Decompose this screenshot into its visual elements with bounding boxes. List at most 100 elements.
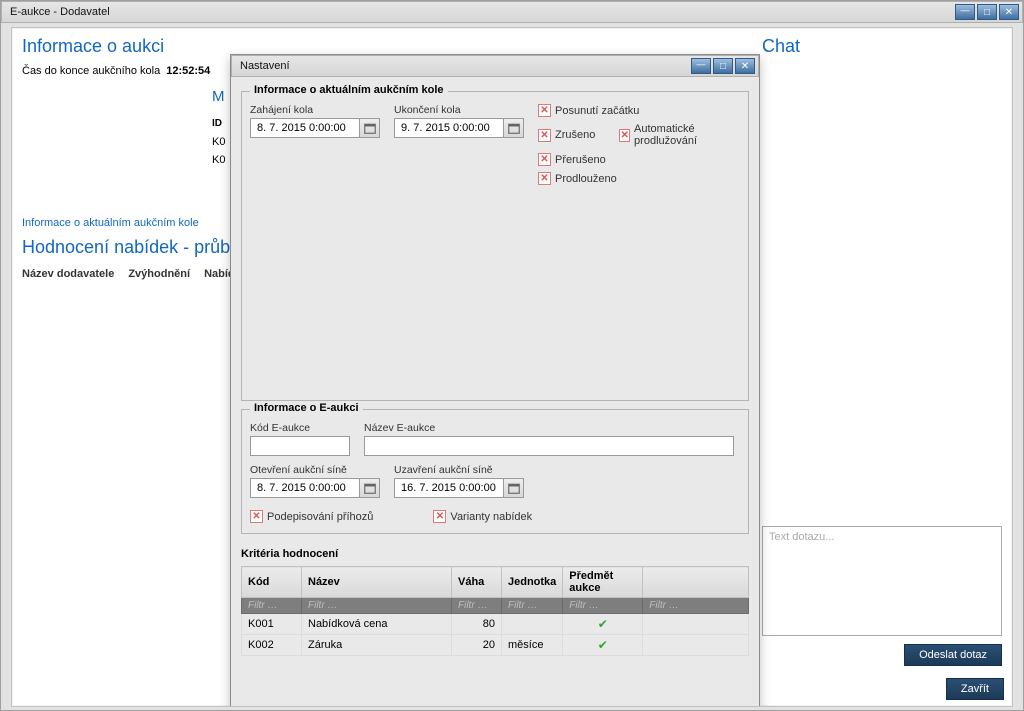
code-label: Kód E-aukce xyxy=(250,422,350,434)
cell-weight: 20 xyxy=(452,635,502,656)
code-input[interactable] xyxy=(250,436,350,456)
flag-extended: ✕ Prodlouženo xyxy=(538,172,734,185)
group-round-info: Informace o aktuálním aukčním kole Zaháj… xyxy=(241,91,749,401)
maximize-icon[interactable] xyxy=(977,4,997,20)
dialog-title: Nastavení xyxy=(240,60,290,72)
col-last[interactable] xyxy=(643,567,749,598)
col-weight[interactable]: Váha xyxy=(452,567,502,598)
countdown-label: Čas do konce aukčního kola xyxy=(22,65,160,77)
minimize-icon[interactable] xyxy=(955,4,975,20)
end-label: Ukončení kola xyxy=(394,104,524,116)
main-titlebar: E-aukce - Dodavatel xyxy=(1,1,1023,23)
end-input[interactable] xyxy=(394,118,524,138)
col-name[interactable]: Název xyxy=(302,567,452,598)
start-input[interactable] xyxy=(250,118,380,138)
name-input[interactable] xyxy=(364,436,734,456)
close-input-text[interactable] xyxy=(395,482,503,494)
close-input[interactable] xyxy=(394,478,524,498)
criteria-title: Kritéria hodnocení xyxy=(241,548,749,560)
dialog-close-icon[interactable] xyxy=(735,58,755,74)
eval-col-bonus: Zvýhodnění xyxy=(128,268,190,280)
main-body: Informace o aukci Čas do konce aukčního … xyxy=(11,27,1013,707)
chat-title: Chat xyxy=(762,36,1002,57)
cell-name: Nabídková cena xyxy=(302,614,452,635)
cell-code: K002 xyxy=(242,635,302,656)
table-row[interactable]: K001 Nabídková cena 80 ✔ xyxy=(242,614,749,635)
filter-cell[interactable]: Filtr … xyxy=(643,598,749,614)
table-row[interactable]: K002 Záruka 20 měsíce ✔ xyxy=(242,635,749,656)
table-filter-row[interactable]: Filtr … Filtr … Filtr … Filtr … Filtr … … xyxy=(242,598,749,614)
open-label: Otevření aukční síně xyxy=(250,464,380,476)
flag-shift: ✕ Posunutí začátku xyxy=(538,104,734,117)
x-icon: ✕ xyxy=(538,172,551,185)
check-icon: ✔ xyxy=(563,614,643,635)
criteria-table: Kód Název Váha Jednotka Předmět aukce Fi… xyxy=(241,566,749,656)
dialog-minimize-icon[interactable] xyxy=(691,58,711,74)
filter-cell[interactable]: Filtr … xyxy=(452,598,502,614)
cell-empty xyxy=(643,635,749,656)
x-icon: ✕ xyxy=(538,153,551,166)
end-input-text[interactable] xyxy=(395,122,503,134)
flag-autoext: ✕ Automatické prodlužování xyxy=(619,123,734,147)
group-auction-legend: Informace o E-aukci xyxy=(250,402,363,414)
cell-unit: měsíce xyxy=(502,635,563,656)
flag-sign-label: Podepisování příhozů xyxy=(267,511,373,523)
filter-cell[interactable]: Filtr … xyxy=(502,598,563,614)
start-label: Zahájení kola xyxy=(250,104,380,116)
calendar-icon[interactable] xyxy=(359,119,379,137)
calendar-icon[interactable] xyxy=(503,479,523,497)
countdown-value: 12:52:54 xyxy=(166,65,210,77)
col-unit[interactable]: Jednotka xyxy=(502,567,563,598)
close-label: Uzavření aukční síně xyxy=(394,464,524,476)
cell-weight: 80 xyxy=(452,614,502,635)
cell-unit xyxy=(502,614,563,635)
flag-sign: ✕Podepisování příhozů xyxy=(250,510,373,523)
partial-m-label: M xyxy=(212,88,232,105)
filter-cell[interactable]: Filtr … xyxy=(563,598,643,614)
flag-interrupted: ✕ Přerušeno xyxy=(538,153,734,166)
col-subject[interactable]: Předmět aukce xyxy=(563,567,643,598)
flag-extended-label: Prodlouženo xyxy=(555,173,617,185)
flag-autoext-label: Automatické prodlužování xyxy=(634,123,734,147)
partial-id-label: ID xyxy=(212,118,232,129)
open-input[interactable] xyxy=(250,478,380,498)
eval-col-supplier: Název dodavatele xyxy=(22,268,114,280)
flag-cancelled-label: Zrušeno xyxy=(555,129,595,141)
start-input-text[interactable] xyxy=(251,122,359,134)
flag-interrupted-label: Přerušeno xyxy=(555,154,606,166)
x-icon: ✕ xyxy=(619,129,630,142)
name-label: Název E-aukce xyxy=(364,422,740,434)
flag-shift-label: Posunutí začátku xyxy=(555,105,639,117)
dialog-maximize-icon[interactable] xyxy=(713,58,733,74)
dialog-body: Informace o aktuálním aukčním kole Zaháj… xyxy=(231,77,759,707)
col-code[interactable]: Kód xyxy=(242,567,302,598)
partial-k0: K0 xyxy=(212,136,225,148)
x-icon: ✕ xyxy=(538,129,551,142)
chat-input[interactable]: Text dotazu... xyxy=(762,526,1002,636)
chat-panel: Chat Text dotazu... Odeslat dotaz xyxy=(762,36,1002,696)
filter-cell[interactable]: Filtr … xyxy=(302,598,452,614)
flag-variants-label: Varianty nabídek xyxy=(450,511,532,523)
dialog-titlebar: Nastavení xyxy=(231,55,759,77)
main-window-title: E-aukce - Dodavatel xyxy=(10,6,110,18)
group-auction-info: Informace o E-aukci Kód E-aukce Název E-… xyxy=(241,409,749,534)
round-info-link[interactable]: Informace o aktuálním aukčním kole xyxy=(22,217,199,229)
x-icon: ✕ xyxy=(538,104,551,117)
filter-cell[interactable]: Filtr … xyxy=(242,598,302,614)
x-icon: ✕ xyxy=(433,510,446,523)
settings-dialog: Nastavení Informace o aktuálním aukčním … xyxy=(230,54,760,707)
flag-cancelled: ✕ Zrušeno xyxy=(538,123,595,147)
close-app-button[interactable]: Zavřít xyxy=(946,678,1004,700)
calendar-icon[interactable] xyxy=(503,119,523,137)
cell-code: K001 xyxy=(242,614,302,635)
calendar-icon[interactable] xyxy=(359,479,379,497)
cell-name: Záruka xyxy=(302,635,452,656)
open-input-text[interactable] xyxy=(251,482,359,494)
table-header-row: Kód Název Váha Jednotka Předmět aukce xyxy=(242,567,749,598)
send-button[interactable]: Odeslat dotaz xyxy=(904,644,1002,666)
cell-empty xyxy=(643,614,749,635)
close-icon[interactable] xyxy=(999,4,1019,20)
flag-variants: ✕ Varianty nabídek xyxy=(433,510,532,523)
partial-k0b: K0 xyxy=(212,154,225,166)
group-round-legend: Informace o aktuálním aukčním kole xyxy=(250,84,448,96)
